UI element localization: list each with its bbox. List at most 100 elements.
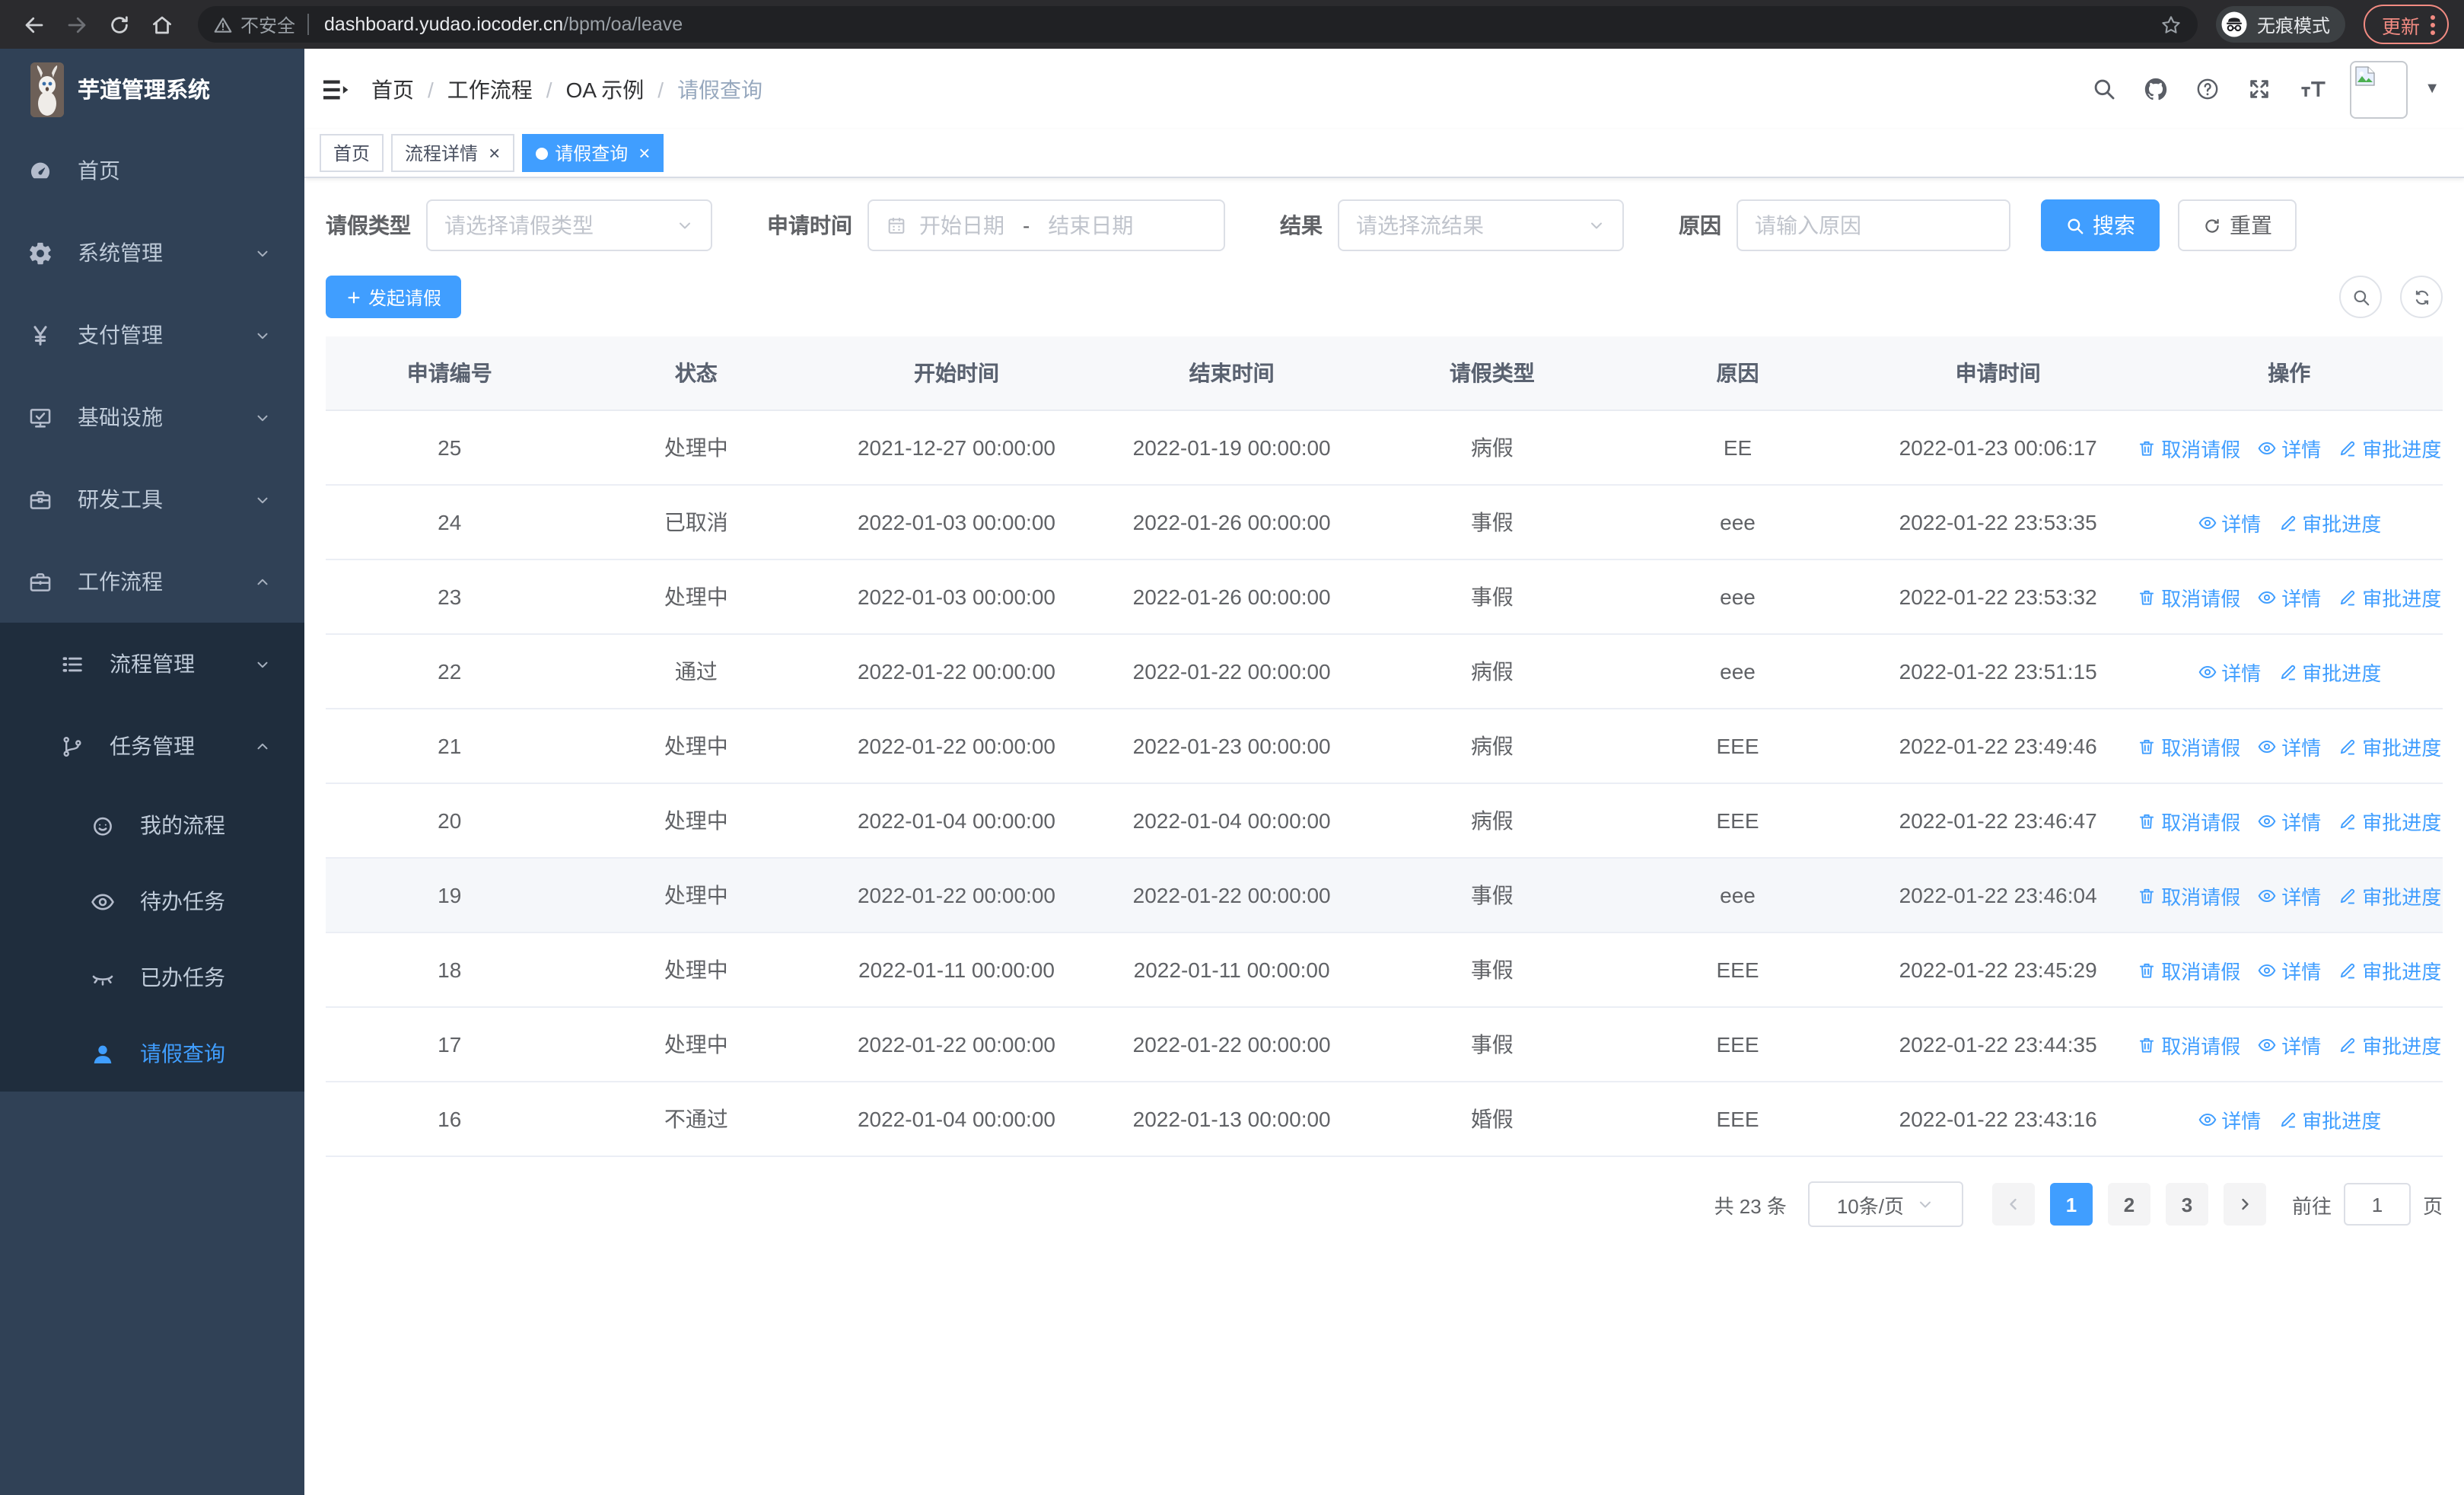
page-button-3[interactable]: 3 [2165,1183,2208,1226]
breadcrumb-item[interactable]: OA 示例 [566,74,645,104]
tab-process-detail[interactable]: 流程详情 × [391,134,514,172]
avatar[interactable] [2350,60,2408,118]
sidebar-item-todo-tasks[interactable]: 待办任务 [0,863,304,939]
sidebar-item-home[interactable]: 首页 [0,129,304,212]
search-button[interactable]: 搜索 [2041,199,2160,251]
incognito-icon [2220,11,2248,38]
avatar-caret-icon[interactable]: ▼ [2424,81,2440,97]
reason-label: 原因 [1679,213,1721,237]
table-row: 22 通过 2022-01-22 00:00:00 2022-01-22 00:00:… [326,634,2443,709]
prev-page-button[interactable] [1991,1183,2035,1226]
sidebar-item-my-process[interactable]: 我的流程 [0,787,304,863]
action-cancel-link[interactable]: 取消请假 [2137,806,2240,835]
toggle-search-button[interactable] [2339,276,2382,318]
action-cancel-link[interactable]: 取消请假 [2137,1030,2240,1059]
reset-button[interactable]: 重置 [2178,199,2297,251]
action-detail-link[interactable]: 详情 [2257,881,2321,910]
action-cancel-link[interactable]: 取消请假 [2137,732,2240,760]
action-detail-link[interactable]: 详情 [2257,433,2321,462]
chevron-down-icon [676,216,694,234]
action-detail-link[interactable]: 详情 [2257,806,2321,835]
address-bar[interactable]: 不安全 dashboard.yudao.iocoder.cn/bpm/oa/le… [198,6,2198,43]
action-cancel-link[interactable]: 取消请假 [2137,881,2240,910]
page-size-select[interactable]: 10条/页 [1807,1181,1963,1227]
url-text[interactable]: dashboard.yudao.iocoder.cn/bpm/oa/leave [324,14,2160,35]
bookmark-star-icon[interactable] [2160,13,2182,36]
cell-applied: 2022-01-22 23:46:47 [1860,783,2136,859]
github-icon[interactable] [2143,76,2169,102]
leave-type-select[interactable]: 请选择请假类型 [426,199,712,251]
action-detail-link[interactable]: 详情 [2197,1105,2261,1133]
sidebar-item-system[interactable]: 系统管理 [0,212,304,294]
page-button-2[interactable]: 2 [2107,1183,2150,1226]
action-progress-link[interactable]: 审批进度 [2338,1030,2441,1059]
action-progress-link[interactable]: 审批进度 [2338,732,2441,760]
refresh-table-button[interactable] [2400,276,2443,318]
action-cancel-link[interactable]: 取消请假 [2137,433,2240,462]
close-icon[interactable]: × [489,143,500,163]
sidebar-item-done-tasks[interactable]: 已办任务 [0,939,304,1015]
cell-applied: 2022-01-22 23:51:15 [1860,634,2136,709]
back-icon[interactable] [15,6,52,43]
sidebar-item-process-mgmt[interactable]: 流程管理 [0,623,304,705]
app-logo[interactable]: 芋道管理系统 [0,49,304,129]
start-date-placeholder[interactable]: 开始日期 [919,210,1004,241]
action-progress-link[interactable]: 审批进度 [2338,433,2441,462]
action-progress-link[interactable]: 审批进度 [2338,806,2441,835]
action-progress-link[interactable]: 审批进度 [2338,582,2441,611]
action-progress-link[interactable]: 审批进度 [2338,881,2441,910]
breadcrumb-item[interactable]: 工作流程 [447,74,533,104]
action-progress-link[interactable]: 审批进度 [2338,955,2441,984]
sidebar-menu: 首页 系统管理 支付管理 基础设施 研发工具 工作流程 流程管理 任务管理 我的流程 待办任务 已办… [0,129,304,1495]
action-detail-link[interactable]: 详情 [2257,1030,2321,1059]
help-icon[interactable] [2195,76,2220,102]
goto-page-input[interactable] [2343,1183,2411,1226]
cell-type: 事假 [1369,932,1616,1008]
close-icon[interactable]: × [638,143,650,163]
action-progress-link[interactable]: 审批进度 [2278,508,2381,537]
reload-icon[interactable] [100,6,137,43]
action-detail-link[interactable]: 详情 [2257,955,2321,984]
cell-type: 婚假 [1369,1082,1616,1157]
action-detail-link[interactable]: 详情 [2257,582,2321,611]
reason-field[interactable] [1737,199,2010,251]
forward-icon[interactable] [58,6,94,43]
chevron-down-icon [254,655,271,672]
page-button-1[interactable]: 1 [2049,1183,2093,1226]
sidebar-item-infra[interactable]: 基础设施 [0,376,304,458]
action-progress-link[interactable]: 审批进度 [2278,1105,2381,1133]
sidebar-item-workflow[interactable]: 工作流程 [0,540,304,623]
action-detail-link[interactable]: 详情 [2257,732,2321,760]
browser-update-button[interactable]: 更新 [2363,5,2449,44]
breadcrumb-item[interactable]: 首页 [371,74,414,104]
action-cancel-link[interactable]: 取消请假 [2137,955,2240,984]
create-leave-button[interactable]: 发起请假 [326,276,462,318]
search-icon[interactable] [2091,76,2117,102]
security-label[interactable]: 不安全 [240,11,295,37]
collapse-sidebar-icon[interactable] [320,74,350,104]
result-select[interactable]: 请选择流结果 [1338,199,1624,251]
sidebar-item-payment[interactable]: 支付管理 [0,294,304,376]
sidebar-item-task-mgmt[interactable]: 任务管理 [0,705,304,787]
update-label: 更新 [2381,16,2420,37]
cell-applied: 2022-01-22 23:53:32 [1860,559,2136,635]
action-progress-link[interactable]: 审批进度 [2278,657,2381,686]
tab-home[interactable]: 首页 [320,134,384,172]
cell-end: 2022-01-19 00:00:00 [1094,410,1370,486]
apply-time-range-picker[interactable]: 开始日期 - 结束日期 [867,199,1225,251]
sidebar-item-devtools[interactable]: 研发工具 [0,458,304,540]
next-page-button[interactable] [2223,1183,2266,1226]
toolbox-icon [27,486,53,512]
sidebar-item-leave-query[interactable]: 请假查询 [0,1015,304,1092]
action-cancel-link[interactable]: 取消请假 [2137,582,2240,611]
home-icon[interactable] [143,6,180,43]
cell-status: 处理中 [573,1007,820,1082]
action-detail-link[interactable]: 详情 [2197,657,2261,686]
tab-leave-query[interactable]: 请假查询 × [521,134,664,172]
font-size-icon[interactable] [2298,76,2326,102]
end-date-placeholder[interactable]: 结束日期 [1048,210,1133,241]
reason-input[interactable] [1755,213,1992,237]
fullscreen-icon[interactable] [2246,76,2272,102]
browser-menu-icon[interactable] [2431,14,2435,34]
action-detail-link[interactable]: 详情 [2197,508,2261,537]
